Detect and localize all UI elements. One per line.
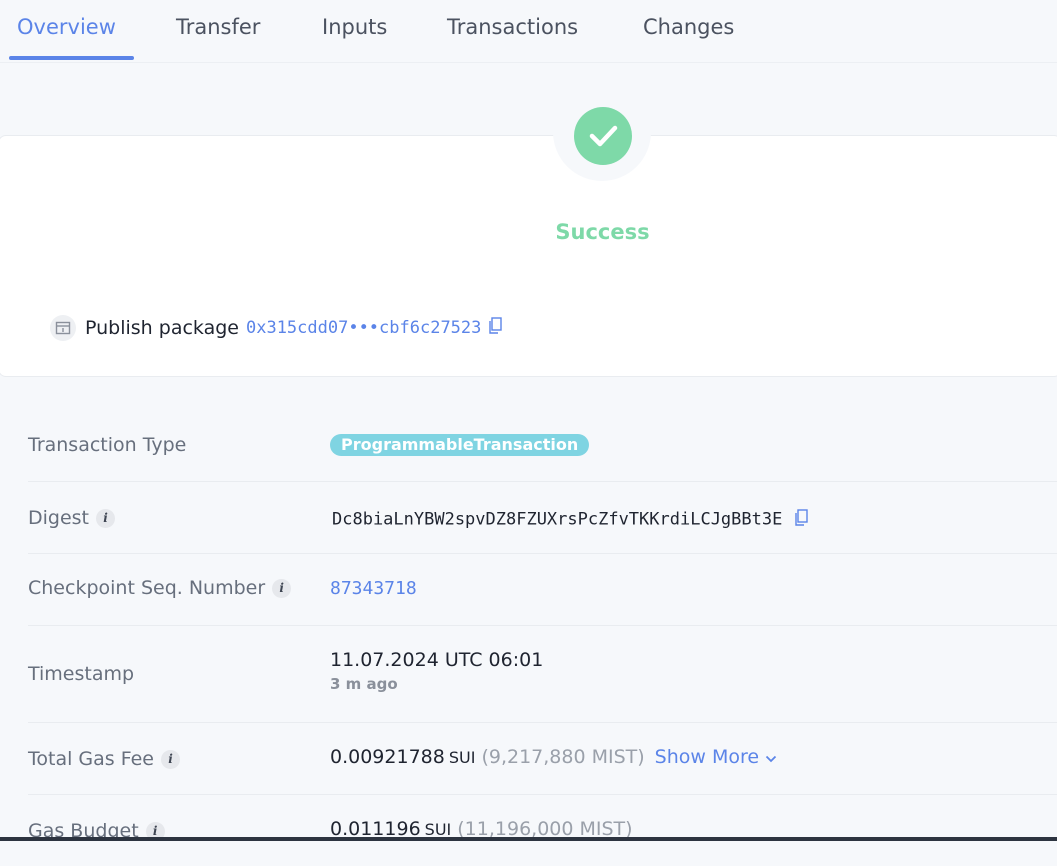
tab-transactions[interactable]: Transactions [447, 15, 578, 39]
row-digest: Digest i Dc8biaLnYBW2spvDZ8FZUXrsPcZfvTK… [28, 481, 1057, 554]
copy-icon[interactable] [793, 509, 809, 531]
transaction-type-label: Transaction Type [28, 434, 187, 456]
total-gas-fee-amount: 0.00921788 [330, 746, 445, 768]
timestamp-label: Timestamp [28, 663, 135, 685]
tab-transfer[interactable]: Transfer [176, 15, 260, 39]
timestamp-value: 11.07.2024 UTC 06:01 [330, 649, 544, 671]
status-text: Success [555, 220, 650, 244]
digest-value: Dc8biaLnYBW2spvDZ8FZUXrsPcZfvTKKrdiLCJgB… [332, 509, 783, 530]
row-transaction-type: Transaction Type ProgrammableTransaction [28, 408, 1057, 482]
publish-package-label: Publish package [85, 317, 239, 339]
tab-inputs[interactable]: Inputs [322, 15, 387, 39]
tab-bar: Overview Transfer Inputs Transactions Ch… [0, 0, 1057, 63]
timestamp-relative: 3 m ago [330, 675, 398, 693]
copy-icon[interactable] [487, 317, 503, 339]
publish-package-row: Publish package 0x315cdd07•••cbf6c27523 [50, 314, 503, 342]
success-status-icon [574, 107, 632, 165]
show-more-button[interactable]: Show More [655, 746, 777, 768]
chevron-down-icon [766, 755, 777, 763]
row-gas-budget: Gas Budget i 0.011196 SUI (11,196,000 MIST… [28, 794, 1057, 866]
tab-overview[interactable]: Overview [17, 15, 116, 39]
row-timestamp: Timestamp 11.07.2024 UTC 06:01 3 m ago [28, 625, 1057, 723]
info-icon[interactable]: i [161, 749, 180, 769]
row-checkpoint: Checkpoint Seq. Number i 87343718 [28, 553, 1057, 626]
active-tab-indicator [9, 56, 134, 60]
tab-changes[interactable]: Changes [643, 15, 734, 39]
show-more-label: Show More [654, 746, 760, 768]
row-total-gas-fee: Total Gas Fee i 0.00921788 SUI (9,217,880 … [28, 722, 1057, 795]
digest-label: Digest [28, 507, 90, 529]
check-icon [589, 125, 618, 147]
checkpoint-link[interactable]: 87343718 [330, 578, 417, 599]
checkpoint-label: Checkpoint Seq. Number [28, 577, 266, 599]
bottom-edge-bar [0, 837, 1057, 841]
package-icon [50, 315, 76, 341]
package-address-link[interactable]: 0x315cdd07•••cbf6c27523 [246, 318, 481, 338]
info-icon[interactable]: i [272, 578, 292, 598]
gas-unit: SUI [448, 748, 476, 767]
total-gas-fee-mist: (9,217,880 MIST) [481, 746, 645, 768]
total-gas-fee-label: Total Gas Fee [28, 748, 154, 770]
transaction-type-badge: ProgrammableTransaction [330, 434, 590, 456]
info-icon[interactable]: i [96, 508, 116, 528]
